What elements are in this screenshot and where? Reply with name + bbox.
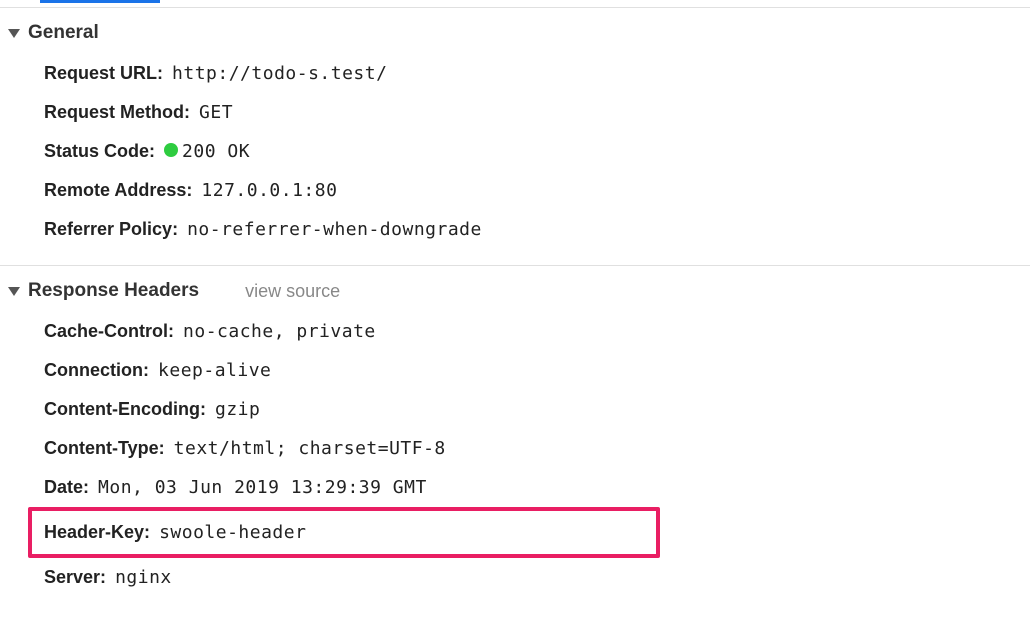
status-code-row: Status Code: 200 OK [0, 132, 1030, 171]
cache-control-label: Cache-Control: [44, 321, 174, 341]
general-title: General [28, 22, 99, 44]
status-code-value: 200 OK [164, 141, 250, 162]
connection-label: Connection: [44, 360, 149, 380]
content-encoding-value: gzip [215, 399, 260, 420]
header-key-label: Header-Key: [44, 522, 150, 542]
referrer-policy-label: Referrer Policy: [44, 219, 178, 239]
status-ok-icon [164, 143, 178, 157]
request-method-label: Request Method: [44, 102, 190, 122]
cache-control-value: no-cache, private [183, 321, 376, 342]
header-key-value: swoole-header [159, 522, 306, 543]
request-url-value: http://todo-s.test/ [172, 63, 387, 84]
general-section: General Request URL: http://todo-s.test/… [0, 7, 1030, 265]
referrer-policy-value: no-referrer-when-downgrade [187, 219, 482, 240]
request-method-value: GET [199, 102, 233, 123]
response-headers-title: Response Headers [28, 280, 199, 302]
server-label: Server: [44, 567, 106, 587]
remote-address-value: 127.0.0.1:80 [201, 180, 337, 201]
date-label: Date: [44, 477, 89, 497]
response-headers-section-header[interactable]: Response Headers view source [0, 276, 1030, 312]
content-encoding-label: Content-Encoding: [44, 399, 206, 419]
response-headers-section: Response Headers view source Cache-Contr… [0, 265, 1030, 613]
content-type-label: Content-Type: [44, 438, 165, 458]
connection-row: Connection: keep-alive [0, 351, 1030, 390]
server-value: nginx [115, 567, 172, 588]
cache-control-row: Cache-Control: no-cache, private [0, 312, 1030, 351]
status-code-label: Status Code: [44, 141, 155, 161]
date-row: Date: Mon, 03 Jun 2019 13:29:39 GMT [0, 468, 1030, 507]
content-encoding-row: Content-Encoding: gzip [0, 390, 1030, 429]
server-row: Server: nginx [0, 558, 1030, 597]
request-url-label: Request URL: [44, 63, 163, 83]
chevron-down-icon[interactable] [8, 29, 20, 38]
content-type-row: Content-Type: text/html; charset=UTF-8 [0, 429, 1030, 468]
tab-indicator [40, 0, 160, 3]
date-value: Mon, 03 Jun 2019 13:29:39 GMT [98, 477, 427, 498]
referrer-policy-row: Referrer Policy: no-referrer-when-downgr… [0, 210, 1030, 249]
remote-address-label: Remote Address: [44, 180, 192, 200]
header-key-row: Header-Key: swoole-header [44, 513, 656, 552]
remote-address-row: Remote Address: 127.0.0.1:80 [0, 171, 1030, 210]
request-url-row: Request URL: http://todo-s.test/ [0, 54, 1030, 93]
connection-value: keep-alive [158, 360, 271, 381]
chevron-down-icon[interactable] [8, 287, 20, 296]
general-section-header[interactable]: General [0, 18, 1030, 54]
content-type-value: text/html; charset=UTF-8 [174, 438, 446, 459]
request-method-row: Request Method: GET [0, 93, 1030, 132]
highlight-annotation: Header-Key: swoole-header [28, 507, 660, 558]
view-source-link[interactable]: view source [245, 281, 340, 302]
